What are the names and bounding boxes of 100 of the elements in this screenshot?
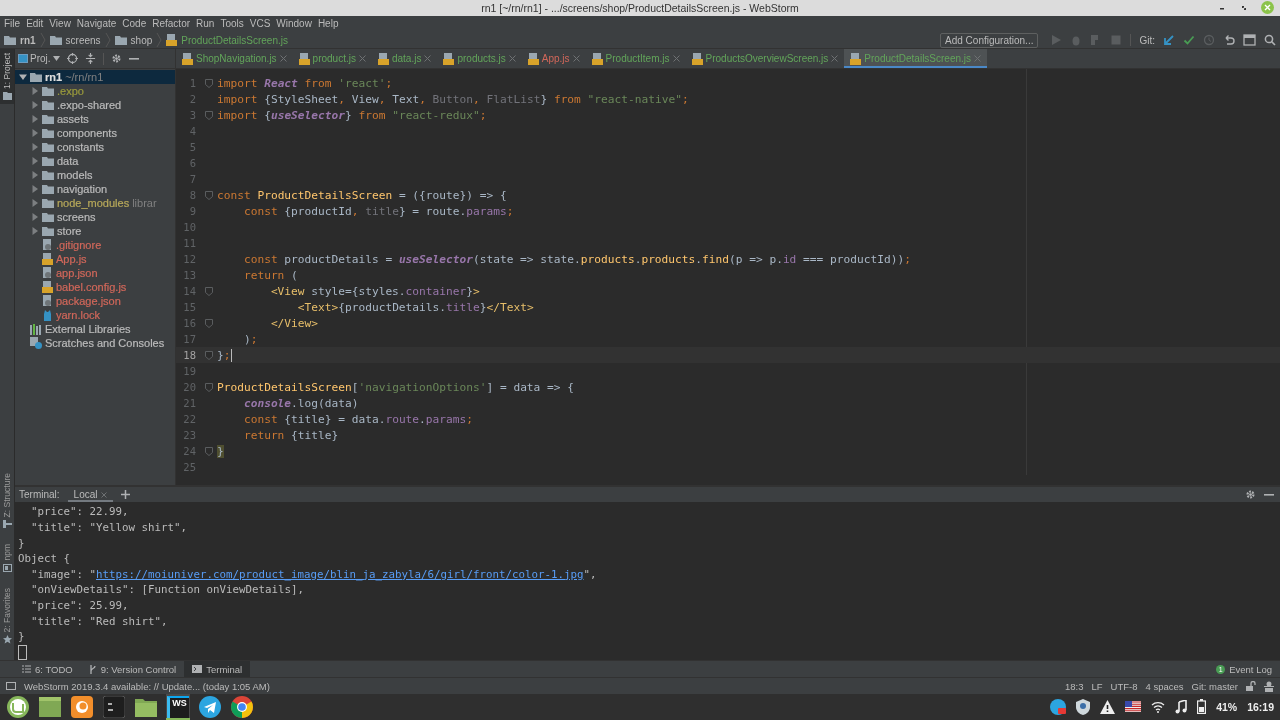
close-icon[interactable] [831,55,839,63]
tool-window-tab[interactable]: Terminal [184,661,251,678]
menu-item[interactable]: Run [196,18,215,30]
warning-icon[interactable] [1100,700,1116,714]
tree-item[interactable]: app.json [15,266,175,281]
locate-icon[interactable] [66,53,78,65]
tree-item[interactable]: .expo-shared [15,98,175,113]
close-icon[interactable] [974,55,982,63]
session-tab[interactable]: Local [67,487,114,503]
tree-item[interactable]: App.js [15,252,175,267]
tree-item[interactable]: screens [15,210,175,225]
tool-window-button[interactable]: Z: Structure [0,469,14,533]
view-dropdown[interactable]: Proj. [18,53,60,65]
fold-marker-icon[interactable] [205,78,213,88]
line-separator[interactable]: LF [1091,680,1103,692]
add-icon[interactable] [121,490,131,500]
shield-icon[interactable] [1076,699,1091,715]
file-encoding[interactable]: UTF-8 [1110,680,1138,692]
git-branch[interactable]: Git: master [1191,680,1238,692]
collapse-icon[interactable] [84,53,96,65]
fold-marker-icon[interactable] [205,446,213,456]
close-icon[interactable] [572,55,580,63]
menu-item[interactable]: Tools [220,18,244,30]
close-icon[interactable] [1261,1,1274,14]
message-icon[interactable] [6,681,16,691]
check-icon[interactable] [1183,34,1195,46]
close-icon[interactable] [279,55,287,63]
editor-tab[interactable]: App.js [521,49,586,69]
editor-tab[interactable]: ProductItem.js [585,49,686,69]
taskbar-app[interactable] [6,694,30,720]
music-note-icon[interactable] [1175,700,1188,714]
search-icon[interactable] [1264,34,1276,46]
editor-tab[interactable]: ProductsOverviewScreen.js [685,49,845,69]
taskbar-app[interactable] [102,694,126,720]
fold-marker-icon[interactable] [205,318,213,328]
breadcrumb[interactable]: rn1 [20,34,36,46]
settings-icon[interactable] [1245,489,1256,501]
expand-arrow-icon[interactable] [19,73,27,82]
tool-window-button[interactable]: 2: Favorites [0,583,14,649]
menu-item[interactable]: Refactor [152,18,191,30]
breadcrumb[interactable]: screens [65,34,101,46]
tree-item[interactable]: yarn.lock [15,308,175,323]
history-icon[interactable] [1203,34,1215,46]
fold-marker-icon[interactable] [205,110,213,120]
editor-tab[interactable]: data.js [371,49,438,69]
fold-marker-icon[interactable] [205,350,213,360]
close-icon[interactable] [672,55,680,63]
menu-item[interactable]: File [4,18,21,30]
tree-item[interactable]: package.json [15,294,175,309]
fold-marker-icon[interactable] [205,382,213,392]
editor-tab[interactable]: products.js [437,49,522,69]
run-icon[interactable] [1050,34,1063,46]
tree-item[interactable]: data [15,154,175,169]
menu-item[interactable]: View [49,18,71,30]
indent-setting[interactable]: 4 spaces [1145,680,1184,692]
tree-item[interactable]: components [15,126,175,141]
tool-window-button[interactable]: npm [0,540,14,576]
close-icon[interactable] [358,55,366,63]
add-configuration-button[interactable]: Add Configuration... [940,32,1039,48]
tree-item[interactable]: assets [15,112,175,127]
tree-item[interactable]: .gitignore [15,238,175,253]
wifi-icon[interactable] [1151,701,1166,713]
tree-item[interactable]: babel.config.js [15,280,175,295]
tree-item[interactable]: store [15,224,175,239]
close-icon[interactable] [101,491,108,498]
close-icon[interactable] [508,55,516,63]
status-message[interactable]: WebStorm 2019.3.4 available: // Update... (today 1:05 AM) [24,680,270,692]
breadcrumb[interactable]: shop [130,34,153,46]
tree-item[interactable]: .expo [15,84,175,99]
taskbar-app[interactable] [38,694,62,720]
menu-item[interactable]: Help [317,18,339,30]
lock-icon[interactable] [1246,681,1256,692]
menu-item[interactable]: Edit [26,18,44,30]
tree-item[interactable]: rn1 ~/rn/rn1 [15,70,175,85]
url-link[interactable]: https://moiuniver.com/product_image/blin_ja_zabyla/6/girl/front/color-1.jpg [96,567,584,581]
tree-item[interactable]: models [15,168,175,183]
tree-item[interactable]: navigation [15,182,175,197]
editor-tab[interactable]: product.js [292,49,372,69]
menu-item[interactable]: VCS [249,18,271,30]
tool-window-tab[interactable]: 6: TODO [14,661,81,678]
menu-item[interactable]: Code [122,18,147,30]
clock[interactable]: 16:19 [1247,701,1274,713]
flag-icon[interactable] [1125,701,1142,713]
fold-marker-icon[interactable] [205,190,213,200]
close-icon[interactable] [424,55,432,63]
fold-marker-icon[interactable] [205,286,213,296]
undo-icon[interactable] [1223,34,1235,46]
window-icon[interactable] [1243,34,1256,46]
menu-item[interactable]: Navigate [76,18,117,30]
taskbar-app[interactable] [70,694,94,720]
battery-icon[interactable] [1197,699,1207,715]
tree-item[interactable]: constants [15,140,175,155]
taskbar-app[interactable] [230,694,254,720]
tree-item[interactable]: External Libraries [15,322,175,337]
tool-window-button[interactable]: 1: Project [0,49,14,105]
tool-window-tab[interactable]: 9: Version Control [80,661,185,678]
menu-item[interactable]: Window [276,18,312,30]
tree-item[interactable]: Scratches and Consoles [15,336,175,351]
breadcrumb[interactable]: ProductDetailsScreen.js [181,34,288,46]
tree-item[interactable]: node_modules librar [15,196,175,211]
